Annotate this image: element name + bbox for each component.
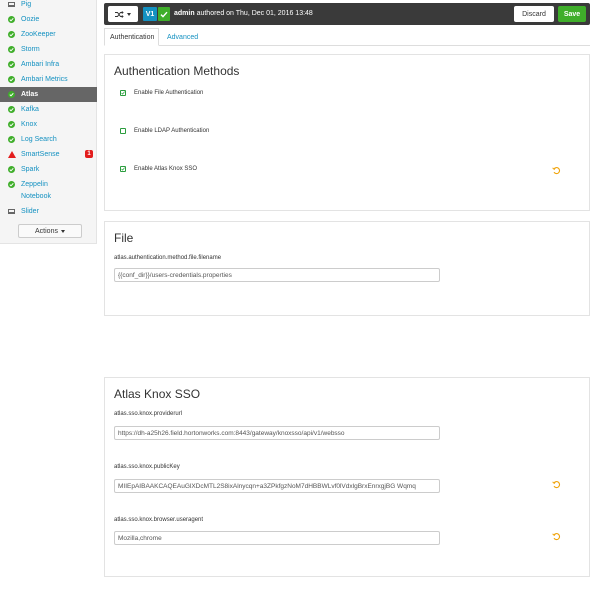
sidebar-item-label: ZooKeeper: [21, 31, 56, 38]
check-circle-icon: [8, 166, 15, 173]
sidebar-item-label: Atlas: [21, 91, 39, 98]
file-auth-option: Enable File Authentication: [120, 90, 203, 96]
sidebar-item-kafka[interactable]: Kafka: [0, 102, 97, 117]
actions-button[interactable]: Actions: [18, 224, 82, 238]
shuffle-icon: [115, 10, 124, 18]
knox-sso-option: Enable Atlas Knox SSO: [120, 166, 197, 172]
warning-icon: [7, 151, 16, 158]
check-circle-icon: [8, 91, 15, 98]
compare-versions-button[interactable]: [108, 6, 138, 22]
file-auth-label: Enable File Authentication: [134, 90, 204, 96]
provider-url-input[interactable]: https://dh-a25h26.field.hortonworks.com:…: [114, 426, 440, 440]
sidebar-item-label: Pig: [21, 1, 32, 8]
version-bar: V1 admin authored on Thu, Dec 01, 2016 1…: [104, 3, 590, 25]
sidebar-item-label: Zeppelin: [21, 181, 48, 188]
sidebar-item-label: Ambari Infra: [21, 61, 60, 68]
chevron-down-icon: [127, 12, 131, 16]
author-name: admin: [174, 10, 195, 17]
sidebar-item-label: Oozie: [21, 16, 40, 23]
config-tabs: Authentication Advanced: [104, 28, 590, 46]
version-author-info: admin authored on Thu, Dec 01, 2016 13:4…: [174, 10, 313, 17]
sidebar-item-label: Ambari Metrics: [21, 76, 68, 83]
check-circle-icon: [8, 31, 15, 38]
sidebar-item-atlas[interactable]: Atlas: [0, 87, 97, 102]
provider-url-label: atlas.sso.knox.providerurl: [114, 411, 183, 417]
filename-input[interactable]: {{conf_dir}}/users-credentials.propertie…: [114, 268, 440, 282]
service-sidebar: Pig Oozie ZooKeeper Storm Ambari Infra A…: [0, 0, 97, 244]
check-circle-icon: [8, 136, 15, 143]
check-circle-icon: [8, 61, 15, 68]
sidebar-item-label: SmartSense: [21, 151, 60, 158]
browser-useragent-label: atlas.sso.knox.browser.useragent: [114, 517, 204, 523]
panel-title: Atlas Knox SSO: [114, 387, 201, 401]
sidebar-item-smartsense[interactable]: SmartSense 1: [0, 147, 97, 162]
alert-count-badge: 1: [85, 150, 93, 158]
sidebar-item-label: Kafka: [21, 106, 39, 113]
panel-title: File: [114, 231, 134, 245]
check-circle-icon: [8, 16, 15, 23]
file-auth-checkbox[interactable]: [120, 90, 126, 96]
browser-useragent-input[interactable]: Mozilla,chrome: [114, 531, 440, 545]
discard-button[interactable]: Discard: [514, 6, 554, 22]
sidebar-item-pig[interactable]: Pig: [0, 0, 97, 12]
sidebar-item-label: Slider: [21, 208, 39, 215]
authored-text: authored on Thu, Dec 01, 2016 13:48: [196, 10, 313, 17]
current-version-check-icon: [158, 7, 170, 21]
check-circle-icon: [8, 46, 15, 53]
sidebar-item-ambari-infra[interactable]: Ambari Infra: [0, 57, 97, 72]
knox-sso-label: Enable Atlas Knox SSO: [134, 166, 198, 172]
knox-sso-checkbox[interactable]: [120, 166, 126, 172]
sidebar-item-label: Storm: [21, 46, 40, 53]
check-circle-icon: [8, 106, 15, 113]
chevron-down-icon: [60, 229, 65, 233]
undo-icon[interactable]: [552, 166, 561, 175]
laptop-icon: [8, 208, 15, 215]
check-circle-icon: [8, 181, 15, 188]
sidebar-item-slider[interactable]: Slider: [0, 204, 97, 219]
actions-label: Actions: [35, 227, 58, 235]
check-circle-icon: [8, 76, 15, 83]
ldap-auth-option: Enable LDAP Authentication: [120, 128, 209, 134]
public-key-input[interactable]: MIIEpAIBAAKCAQEAuGlXDcMTL2S8ixAlnycqn+a3…: [114, 479, 440, 493]
filename-field-label: atlas.authentication.method.file.filenam…: [114, 255, 222, 261]
sidebar-item-zookeeper[interactable]: ZooKeeper: [0, 27, 97, 42]
sidebar-item-oozie[interactable]: Oozie: [0, 12, 97, 27]
panel-title: Authentication Methods: [114, 64, 240, 78]
save-button[interactable]: Save: [558, 6, 586, 22]
sidebar-item-label: Log Search: [21, 136, 57, 143]
tab-advanced[interactable]: Advanced: [162, 28, 203, 46]
sidebar-item-spark[interactable]: Spark: [0, 162, 97, 177]
sidebar-item-log-search[interactable]: Log Search: [0, 132, 97, 147]
sidebar-item-label: Knox: [21, 121, 37, 128]
sidebar-item-label: Notebook: [21, 193, 51, 200]
tab-authentication[interactable]: Authentication: [104, 28, 159, 46]
laptop-icon: [8, 1, 15, 8]
file-panel: File atlas.authentication.method.file.fi…: [104, 221, 590, 316]
sidebar-item-ambari-metrics[interactable]: Ambari Metrics: [0, 72, 97, 87]
check-circle-icon: [8, 121, 15, 128]
undo-icon[interactable]: [552, 532, 561, 541]
version-badge[interactable]: V1: [143, 7, 157, 21]
sidebar-item-zeppelin-notebook[interactable]: Notebook: [0, 189, 97, 204]
public-key-label: atlas.sso.knox.publicKey: [114, 464, 180, 470]
ldap-auth-label: Enable LDAP Authentication: [134, 128, 210, 134]
undo-icon[interactable]: [552, 480, 561, 489]
sidebar-item-knox[interactable]: Knox: [0, 117, 97, 132]
authentication-methods-panel: Authentication Methods Enable File Authe…: [104, 54, 590, 211]
sidebar-item-label: Spark: [21, 166, 40, 173]
sidebar-item-storm[interactable]: Storm: [0, 42, 97, 57]
atlas-knox-sso-panel: Atlas Knox SSO atlas.sso.knox.providerur…: [104, 377, 590, 577]
ldap-auth-checkbox[interactable]: [120, 128, 126, 134]
